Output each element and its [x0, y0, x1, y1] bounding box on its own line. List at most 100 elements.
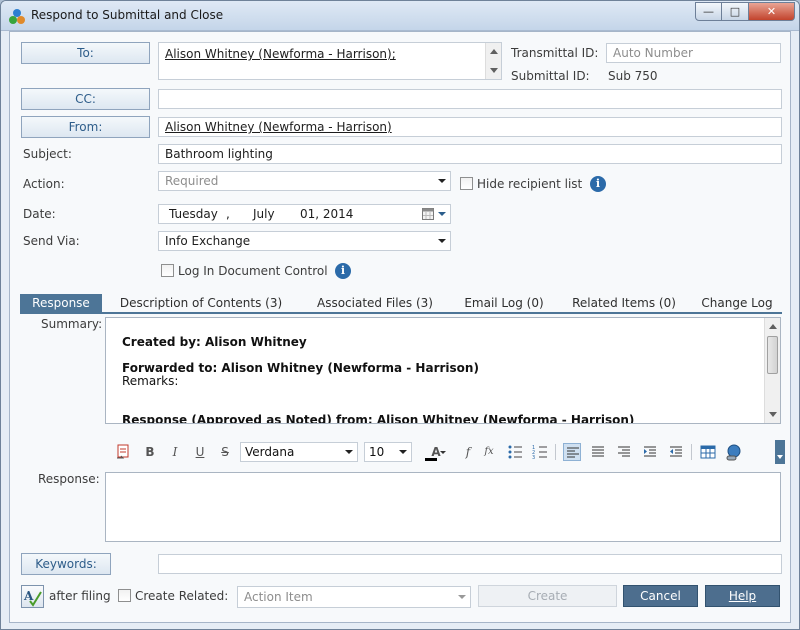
- toolbar-separator: [555, 444, 556, 460]
- log-in-doc-control-checkbox[interactable]: [161, 264, 174, 277]
- summary-created-by: Created by: Alison Whitney: [122, 335, 307, 349]
- scroll-down-icon[interactable]: [490, 68, 498, 73]
- keywords-button[interactable]: Keywords:: [21, 553, 111, 575]
- help-button[interactable]: Help: [705, 585, 780, 607]
- paste-format-icon[interactable]: [115, 443, 133, 461]
- tab-email-log[interactable]: Email Log (0): [460, 294, 548, 313]
- log-in-doc-control-label[interactable]: Log In Document Control: [178, 264, 328, 278]
- underline-button[interactable]: U: [191, 443, 209, 461]
- to-recipient[interactable]: Alison Whitney (Newforma - Harrison);: [165, 47, 396, 61]
- form-panel: To: Alison Whitney (Newforma - Harrison)…: [9, 31, 791, 623]
- strikethrough-button[interactable]: S: [216, 443, 234, 461]
- cancel-button[interactable]: Cancel: [623, 585, 698, 607]
- svg-text:3: 3: [532, 455, 535, 461]
- date-picker[interactable]: Tuesday , July 01, 2014: [158, 204, 451, 224]
- to-button[interactable]: To:: [21, 42, 150, 64]
- send-via-value: Info Exchange: [165, 234, 251, 248]
- numbered-list-icon[interactable]: 123: [531, 443, 549, 461]
- formatting-toolbar: B I U S Verdana 10 A f fx 1 2 3: [105, 440, 785, 464]
- chevron-down-icon: [458, 595, 466, 599]
- send-via-label: Send Via:: [23, 234, 80, 248]
- close-button[interactable]: ✕: [749, 2, 795, 21]
- calendar-icon[interactable]: [422, 208, 434, 220]
- window-controls: — □ ✕: [695, 2, 795, 22]
- summary-panel[interactable]: Created by: Alison Whitney Forwarded to:…: [105, 317, 781, 424]
- date-label: Date:: [23, 207, 56, 221]
- subject-label: Subject:: [23, 147, 72, 161]
- summary-label: Summary:: [41, 317, 103, 331]
- chevron-down-icon: [438, 239, 446, 243]
- tab-bar: Response Description of Contents (3) Ass…: [20, 294, 782, 314]
- scroll-up-icon[interactable]: [769, 324, 777, 329]
- function-button[interactable]: f: [459, 443, 477, 461]
- info-icon[interactable]: i: [590, 176, 606, 192]
- italic-button[interactable]: I: [166, 443, 184, 461]
- summary-remarks: Remarks:: [122, 374, 179, 388]
- bulleted-list-icon[interactable]: [506, 443, 524, 461]
- scroll-thumb[interactable]: [767, 336, 778, 374]
- hide-recipient-checkbox[interactable]: [460, 177, 473, 190]
- insert-link-icon[interactable]: [725, 443, 743, 461]
- subject-input[interactable]: Bathroom lighting: [158, 144, 782, 164]
- font-size-dropdown[interactable]: 10: [364, 442, 412, 462]
- window-title: Respond to Submittal and Close: [31, 8, 224, 22]
- summary-forwarded-to: Forwarded to: Alison Whitney (Newforma -…: [122, 361, 479, 375]
- action-placeholder: Required: [165, 174, 219, 188]
- from-button[interactable]: From:: [21, 116, 150, 138]
- summary-scrollbar[interactable]: [764, 318, 780, 423]
- align-left-icon[interactable]: [563, 443, 581, 461]
- spell-check-button[interactable]: A: [21, 585, 44, 608]
- minimize-button[interactable]: —: [695, 2, 722, 21]
- action-dropdown[interactable]: Required: [158, 171, 451, 191]
- send-via-dropdown[interactable]: Info Exchange: [158, 231, 451, 251]
- summary-response-from: Response (Approved as Noted) from: Aliso…: [122, 413, 635, 424]
- font-family-value: Verdana: [245, 445, 295, 459]
- font-family-dropdown[interactable]: Verdana: [240, 442, 358, 462]
- chevron-down-icon: [345, 450, 353, 454]
- to-scrollbar[interactable]: [485, 43, 501, 79]
- insert-table-icon[interactable]: [699, 443, 717, 461]
- create-related-placeholder: Action Item: [244, 590, 313, 604]
- date-day[interactable]: Tuesday: [169, 205, 218, 223]
- toolbar-overflow-button[interactable]: [775, 440, 785, 464]
- tab-response[interactable]: Response: [20, 294, 102, 313]
- cc-field[interactable]: [158, 89, 782, 109]
- scroll-up-icon[interactable]: [490, 49, 498, 54]
- formula-button[interactable]: fx: [480, 443, 498, 461]
- hide-recipient-label[interactable]: Hide recipient list: [477, 177, 582, 191]
- chevron-down-icon: [399, 450, 407, 454]
- tab-related-items[interactable]: Related Items (0): [568, 294, 680, 313]
- dialog-window: Respond to Submittal and Close — □ ✕ To:…: [0, 0, 800, 630]
- from-sender[interactable]: Alison Whitney (Newforma - Harrison): [165, 120, 392, 134]
- create-button[interactable]: Create: [478, 585, 617, 607]
- create-related-checkbox[interactable]: [118, 589, 131, 602]
- scroll-down-icon[interactable]: [769, 412, 777, 417]
- response-label: Response:: [38, 472, 100, 486]
- toolbar-separator: [691, 444, 692, 460]
- date-dropdown-icon[interactable]: [438, 212, 446, 216]
- align-right-icon[interactable]: [615, 443, 633, 461]
- create-related-label[interactable]: Create Related:: [135, 589, 228, 603]
- date-rest[interactable]: 01, 2014: [300, 205, 353, 223]
- transmittal-id-label: Transmittal ID:: [511, 46, 599, 60]
- tab-change-log[interactable]: Change Log: [696, 294, 778, 313]
- title-bar[interactable]: Respond to Submittal and Close — □ ✕: [1, 1, 799, 31]
- font-color-button[interactable]: A: [423, 443, 449, 461]
- tab-associated-files[interactable]: Associated Files (3): [310, 294, 440, 313]
- cc-button[interactable]: CC:: [21, 88, 150, 110]
- outdent-icon[interactable]: [667, 443, 685, 461]
- date-month[interactable]: July: [253, 205, 275, 223]
- to-field[interactable]: Alison Whitney (Newforma - Harrison);: [158, 42, 502, 80]
- create-related-dropdown[interactable]: Action Item: [237, 586, 471, 608]
- tab-description-of-contents[interactable]: Description of Contents (3): [116, 294, 286, 313]
- bold-button[interactable]: B: [141, 443, 159, 461]
- maximize-button[interactable]: □: [722, 2, 749, 21]
- spell-check-icon: A: [23, 589, 42, 607]
- keywords-field[interactable]: [158, 554, 782, 574]
- transmittal-id-field[interactable]: Auto Number: [606, 43, 781, 63]
- response-editor[interactable]: [105, 472, 781, 542]
- align-center-icon[interactable]: [589, 443, 607, 461]
- indent-icon[interactable]: [641, 443, 659, 461]
- info-icon[interactable]: i: [335, 263, 351, 279]
- from-field[interactable]: Alison Whitney (Newforma - Harrison): [158, 117, 782, 137]
